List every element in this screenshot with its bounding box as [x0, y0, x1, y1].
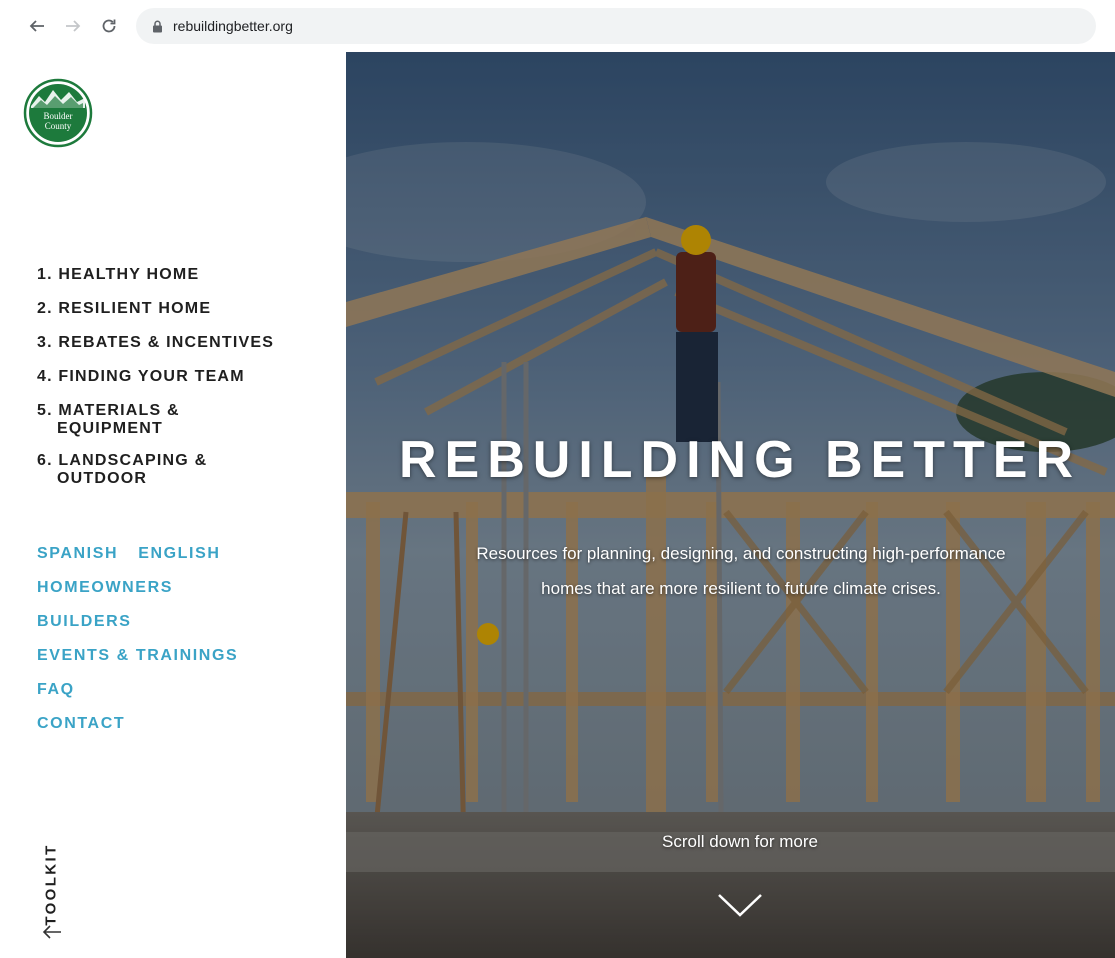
- toolkit-label: TOOLKIT: [42, 842, 60, 926]
- url-text: rebuildingbetter.org: [173, 18, 293, 34]
- sidebar: Boulder County 1. HEALTHY HOME 2. RESILI…: [0, 52, 346, 958]
- reload-button[interactable]: [96, 13, 122, 39]
- language-english-link[interactable]: ENGLISH: [138, 545, 220, 562]
- browser-toolbar: rebuildingbetter.org: [0, 0, 1115, 52]
- nav-landscaping-outdoor[interactable]: 6. LANDSCAPING & OUTDOOR: [37, 452, 274, 488]
- hero-subtitle-line2: homes that are more resilient to future …: [541, 579, 941, 598]
- forward-button[interactable]: [60, 13, 86, 39]
- boulder-county-logo[interactable]: Boulder County: [23, 78, 93, 148]
- hero-title: REBUILDING BETTER: [399, 431, 1081, 489]
- hero-subtitle: Resources for planning, designing, and c…: [376, 536, 1106, 606]
- faq-link[interactable]: FAQ: [37, 681, 75, 698]
- nav-landscaping-line1: 6. LANDSCAPING &: [37, 452, 208, 469]
- back-button[interactable]: [24, 13, 50, 39]
- main-nav: 1. HEALTHY HOME 2. RESILIENT HOME 3. REB…: [37, 266, 274, 502]
- nav-healthy-home[interactable]: 1. HEALTHY HOME: [37, 266, 274, 284]
- collapse-arrow-icon[interactable]: [40, 922, 64, 942]
- nav-materials-line2: EQUIPMENT: [57, 420, 163, 437]
- nav-rebates-incentives[interactable]: 3. REBATES & INCENTIVES: [37, 334, 274, 352]
- language-switcher: SPANISH ENGLISH: [37, 545, 238, 563]
- logo-text-line1: Boulder: [44, 111, 73, 121]
- secondary-nav: SPANISH ENGLISH HOMEOWNERS BUILDERS EVEN…: [37, 545, 238, 749]
- nav-contact: CONTACT: [37, 715, 238, 733]
- hero-subtitle-line1: Resources for planning, designing, and c…: [476, 544, 1006, 563]
- hero-section: REBUILDING BETTER Resources for planning…: [346, 52, 1115, 958]
- arrow-right-icon: [66, 20, 81, 32]
- hero-background-image: [346, 52, 1115, 958]
- nav-materials-line1: 5. MATERIALS &: [37, 402, 180, 419]
- chevron-down-icon[interactable]: [716, 890, 764, 920]
- nav-builders: BUILDERS: [37, 613, 238, 631]
- nav-finding-your-team[interactable]: 4. FINDING YOUR TEAM: [37, 368, 274, 386]
- nav-homeowners: HOMEOWNERS: [37, 579, 238, 597]
- language-spanish-link[interactable]: SPANISH: [37, 545, 118, 562]
- arrow-left-icon: [29, 20, 44, 32]
- events-trainings-link[interactable]: EVENTS & TRAININGS: [37, 647, 238, 664]
- nav-faq: FAQ: [37, 681, 238, 699]
- address-bar[interactable]: rebuildingbetter.org: [136, 8, 1096, 44]
- scroll-down-label[interactable]: Scroll down for more: [346, 832, 1115, 852]
- logo-text-line2: County: [45, 121, 72, 131]
- nav-resilient-home[interactable]: 2. RESILIENT HOME: [37, 300, 274, 318]
- nav-events-trainings: EVENTS & TRAININGS: [37, 647, 238, 665]
- nav-materials-equipment[interactable]: 5. MATERIALS & EQUIPMENT: [37, 402, 274, 438]
- builders-link[interactable]: BUILDERS: [37, 613, 132, 630]
- homeowners-link[interactable]: HOMEOWNERS: [37, 579, 173, 596]
- contact-link[interactable]: CONTACT: [37, 715, 125, 732]
- lock-icon: [152, 20, 163, 33]
- reload-icon: [102, 19, 116, 33]
- nav-landscaping-line2: OUTDOOR: [57, 470, 148, 487]
